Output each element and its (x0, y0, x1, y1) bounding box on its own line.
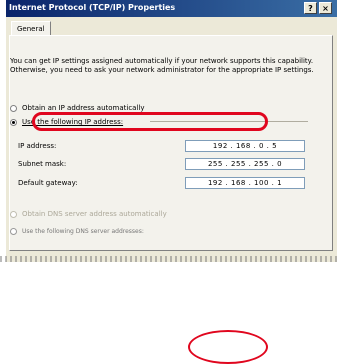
radio-icon (10, 228, 17, 235)
highlight-circle-ok-area (188, 330, 268, 364)
obtain-ip-auto-label: Obtain an IP address automatically (22, 104, 145, 112)
use-following-dns-label: Use the following DNS server addresses: (22, 228, 144, 235)
default-gateway-label: Default gateway: (18, 179, 78, 187)
subnet-mask-label: Subnet mask: (18, 160, 67, 168)
obtain-dns-auto-radio[interactable]: Obtain DNS server address automatically (10, 210, 167, 218)
default-gateway-row: Default gateway: 192 . 168 . 100 . 1 (18, 177, 318, 189)
default-gateway-input[interactable]: 192 . 168 . 100 . 1 (185, 177, 305, 189)
ip-address-label: IP address: (18, 142, 57, 150)
blank-area (0, 262, 337, 364)
help-button[interactable]: ? (304, 2, 317, 14)
radio-icon (10, 104, 17, 112)
tab-general[interactable]: General (11, 21, 51, 36)
window-title: Internet Protocol (TCP/IP) Properties (9, 3, 176, 12)
title-bar: Internet Protocol (TCP/IP) Properties ? … (6, 0, 337, 17)
ip-address-row: IP address: 192 . 168 . 0 . 5 (18, 140, 318, 152)
radio-selected-icon (10, 118, 17, 126)
description-text: You can get IP settings assigned automat… (10, 57, 314, 74)
radio-icon (10, 210, 17, 218)
ip-address-input[interactable]: 192 . 168 . 0 . 5 (185, 140, 305, 152)
obtain-dns-auto-label: Obtain DNS server address automatically (22, 210, 167, 218)
subnet-mask-row: Subnet mask: 255 . 255 . 255 . 0 (18, 158, 318, 170)
obtain-ip-auto-radio[interactable]: Obtain an IP address automatically (10, 104, 145, 112)
close-button[interactable]: × (319, 2, 332, 14)
subnet-mask-input[interactable]: 255 . 255 . 255 . 0 (185, 158, 305, 170)
use-following-dns-radio[interactable]: Use the following DNS server addresses: (10, 228, 144, 235)
highlight-circle-ip-option (32, 112, 268, 131)
